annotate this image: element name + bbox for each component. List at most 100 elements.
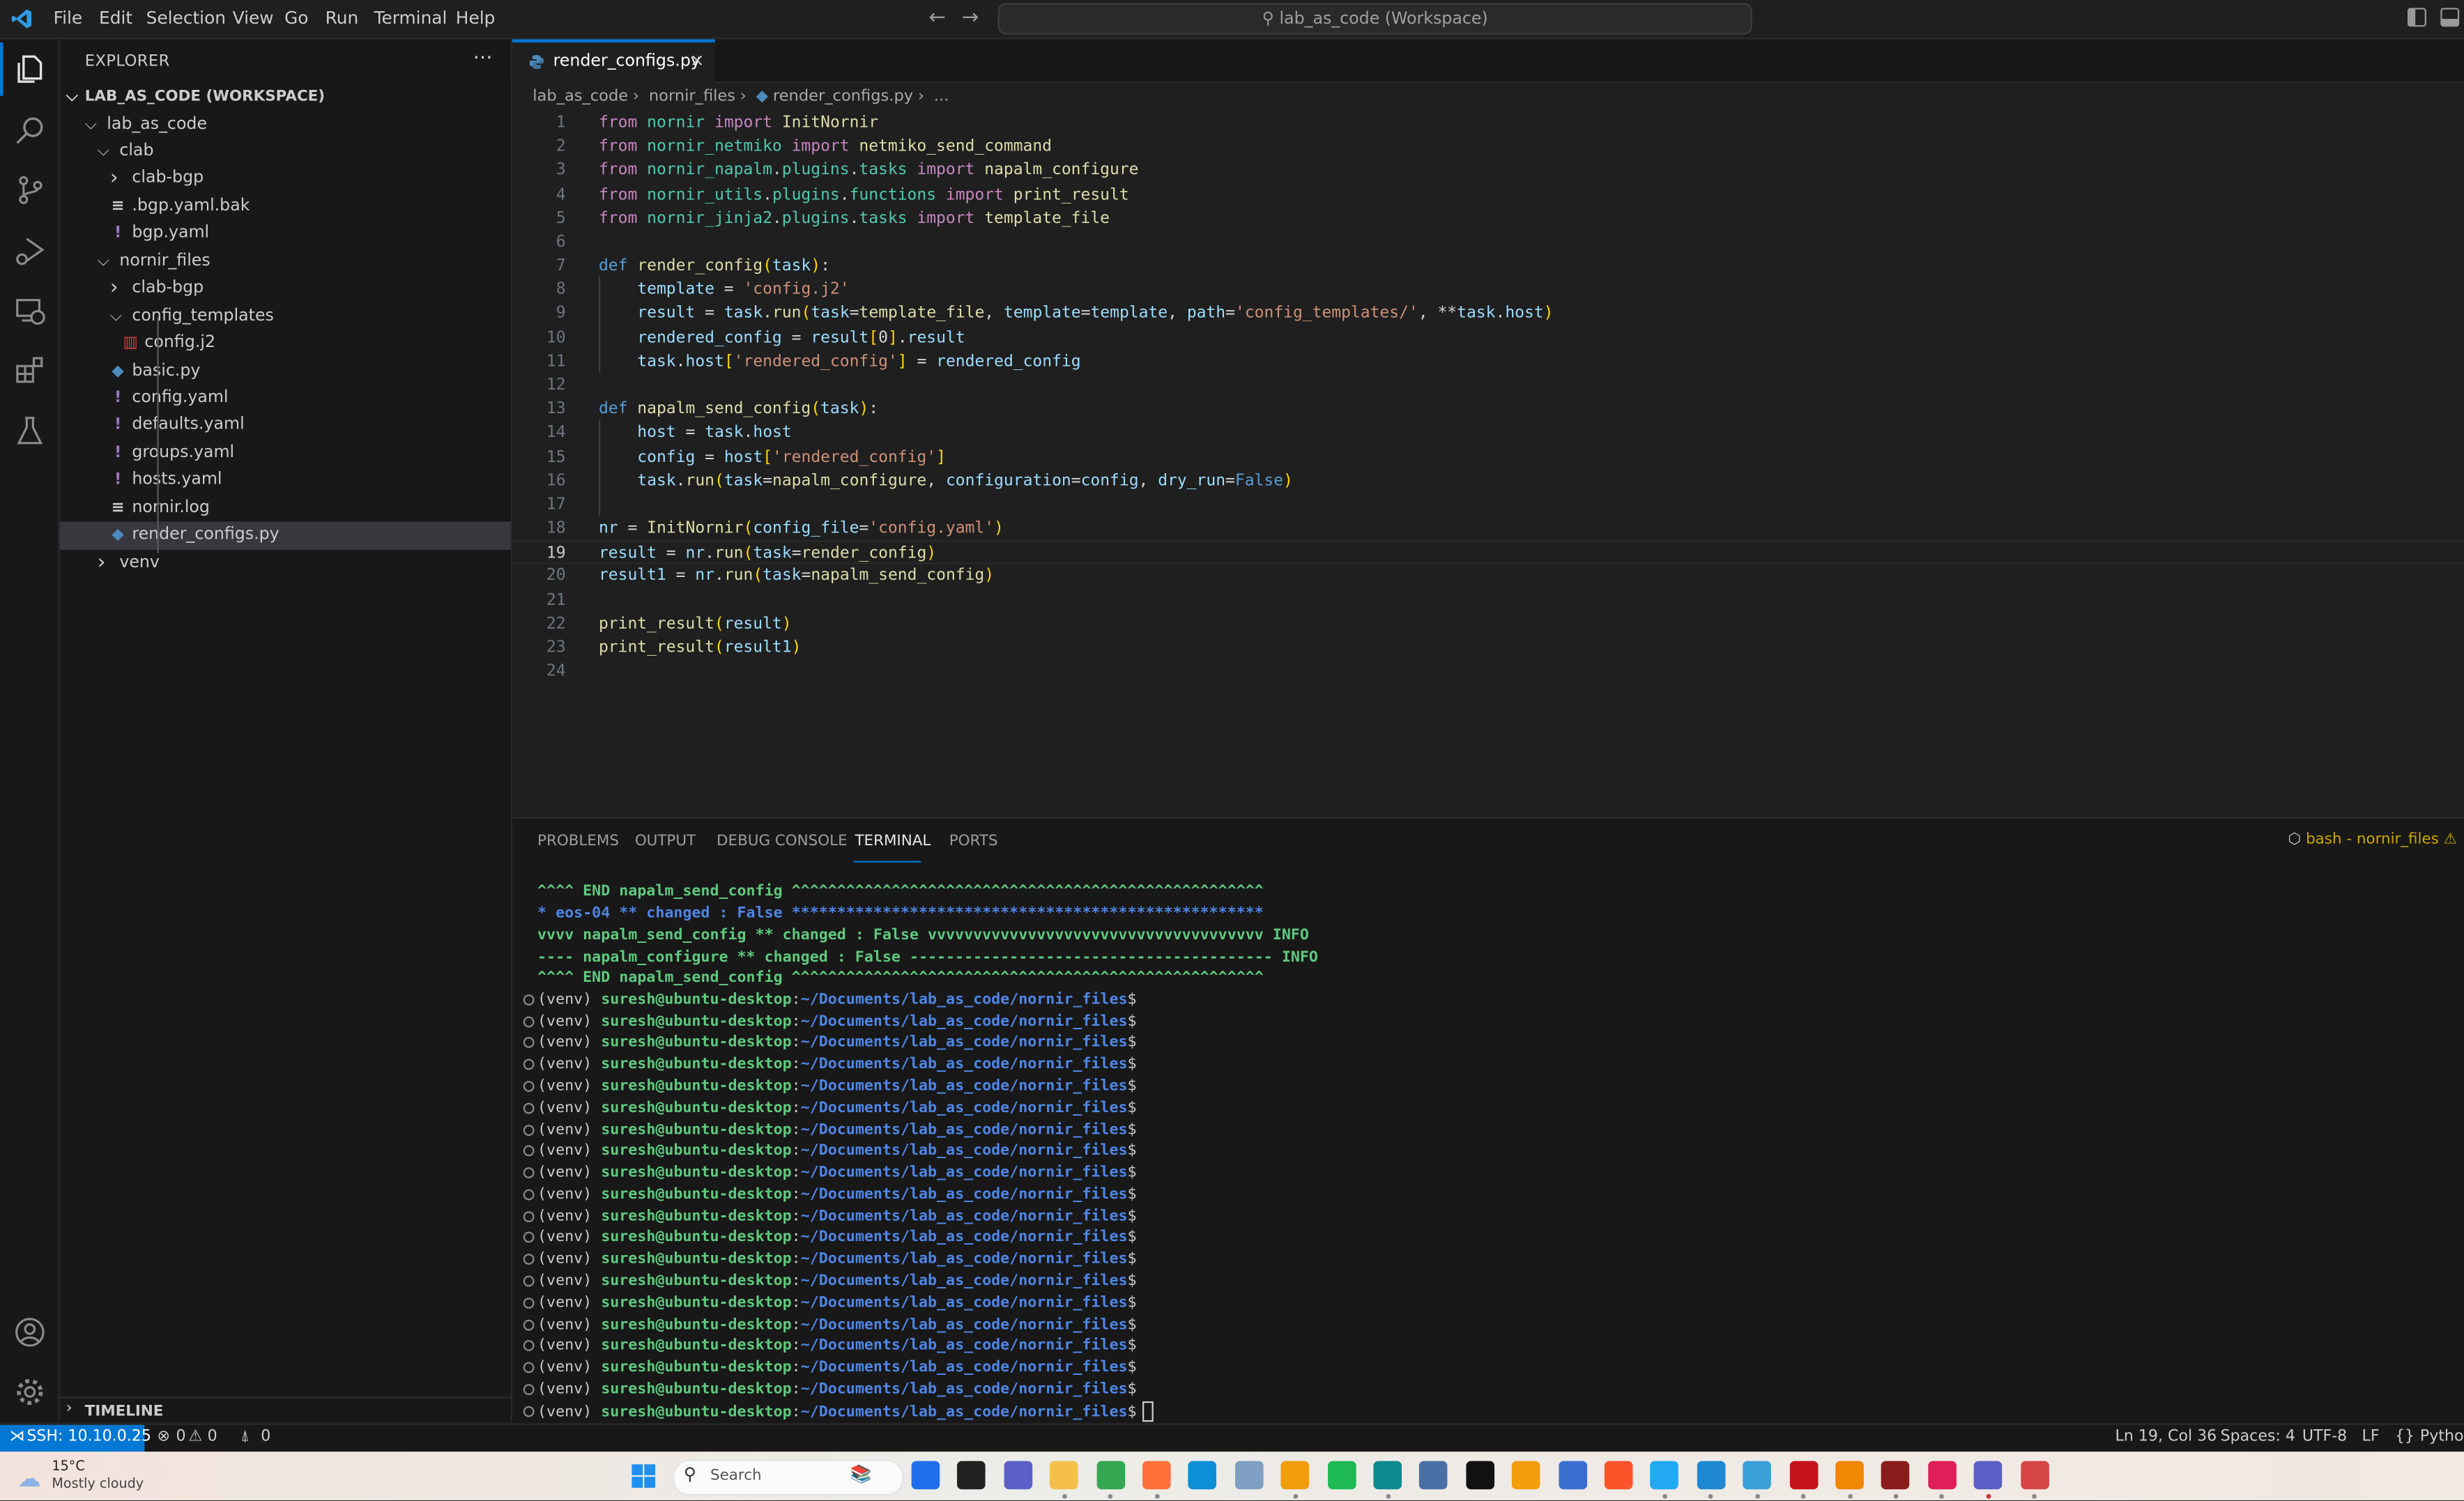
code-editor[interactable]: 1 from nornir import InitNornir 2 from norn…	[512, 109, 2464, 817]
command-decoration-icon[interactable]	[523, 1210, 535, 1222]
command-decoration-icon[interactable]	[523, 1297, 535, 1309]
terminal-window-icon[interactable]	[957, 1461, 986, 1490]
menu-go[interactable]: Go	[284, 8, 308, 28]
eset-icon[interactable]	[1373, 1461, 1402, 1490]
command-decoration-icon[interactable]	[523, 1037, 535, 1049]
tree-item[interactable]: ! config.yaml	[60, 385, 511, 412]
forward-arrow-icon[interactable]: →	[962, 6, 979, 30]
command-decoration-icon[interactable]	[523, 1340, 535, 1352]
manage-gear-icon[interactable]	[13, 1375, 47, 1410]
ports-icon[interactable]: ⍋	[240, 1428, 250, 1445]
command-decoration-icon[interactable]	[523, 1275, 535, 1287]
breadcrumb-item[interactable]: lab_as_code	[533, 88, 628, 105]
notepad-icon[interactable]	[1743, 1461, 1772, 1490]
snipping-tool-icon[interactable]	[2020, 1461, 2049, 1490]
menu-help[interactable]: Help	[456, 8, 496, 28]
resource-monitor-icon[interactable]	[1234, 1461, 1264, 1490]
menu-edit[interactable]: Edit	[99, 8, 132, 28]
powershell-orange-icon[interactable]	[1512, 1461, 1540, 1490]
command-decoration-icon[interactable]	[523, 1362, 535, 1373]
acrobat-icon[interactable]	[1789, 1461, 1818, 1490]
breadcrumb-item[interactable]: ...	[934, 88, 949, 105]
tree-item[interactable]: ◆ render_configs.py	[59, 522, 511, 550]
menu-view[interactable]: View	[233, 8, 274, 28]
tree-item[interactable]: ⌵ config_templates	[60, 302, 511, 330]
workspace-root[interactable]: ⌵ LAB_AS_CODE (WORKSPACE)	[60, 83, 511, 110]
tree-item[interactable]: ▥ config.j2	[60, 330, 511, 357]
tree-item[interactable]: ! bgp.yaml	[60, 220, 511, 247]
eol[interactable]: LF	[2362, 1428, 2380, 1445]
tree-item[interactable]: › clab-bgp	[60, 275, 511, 302]
more-actions-icon[interactable]: ···	[473, 47, 493, 71]
indentation[interactable]: Spaces: 4	[2221, 1428, 2295, 1445]
remote-desktop-icon[interactable]	[1558, 1461, 1587, 1490]
firefox-icon[interactable]	[1142, 1461, 1171, 1490]
remote-indicator[interactable]: ⋊ SSH: 10.10.0.25	[0, 1424, 151, 1452]
tree-item[interactable]: ◆ basic.py	[60, 357, 511, 385]
tree-item[interactable]: ⌵ clab	[60, 138, 511, 165]
windows-start-icon[interactable]	[632, 1464, 656, 1488]
menu-run[interactable]: Run	[326, 8, 359, 28]
edge-icon[interactable]	[1188, 1461, 1217, 1490]
taskbar-search[interactable]: ⚲ Search 📚	[672, 1459, 904, 1496]
testing-icon[interactable]	[13, 413, 47, 448]
tree-item[interactable]: ! defaults.yaml	[60, 413, 511, 440]
search-icon[interactable]	[13, 113, 47, 148]
command-decoration-icon[interactable]	[523, 1232, 535, 1244]
cmd-icon[interactable]	[1465, 1461, 1494, 1490]
tree-item[interactable]: ⌵ nornir_files	[60, 248, 511, 275]
tree-item[interactable]: ≡ nornir.log	[60, 495, 511, 522]
back-arrow-icon[interactable]: ←	[928, 6, 946, 30]
tree-item[interactable]: ≡ .bgp.yaml.bak	[60, 193, 511, 220]
command-decoration-icon[interactable]	[523, 1254, 535, 1265]
problems-status[interactable]: ⊗ 0 ⚠ 0	[154, 1425, 233, 1452]
accounts-icon[interactable]	[13, 1315, 47, 1350]
tree-item[interactable]: › clab-bgp	[60, 166, 511, 193]
sublime-text-icon[interactable]	[1280, 1461, 1310, 1490]
extensions-icon[interactable]	[13, 353, 47, 388]
menu-file[interactable]: File	[54, 8, 83, 28]
explorer-icon[interactable]	[13, 52, 47, 86]
virtualbox-icon[interactable]	[1697, 1461, 1725, 1490]
command-center-search[interactable]: ⚲ lab_as_code (Workspace)	[997, 3, 1752, 35]
source-control-icon[interactable]	[13, 173, 47, 208]
tree-item[interactable]: › venv	[60, 549, 511, 576]
breadcrumb-item[interactable]: render_configs.py	[773, 88, 913, 105]
timeline-section[interactable]: › TIMELINE	[59, 1396, 511, 1423]
terminal-instance[interactable]: ⬡ bash - nornir_files ⚠	[2288, 831, 2457, 849]
command-decoration-icon[interactable]	[523, 1059, 535, 1070]
command-decoration-icon[interactable]	[523, 1081, 535, 1092]
command-decoration-icon[interactable]	[523, 1146, 535, 1157]
command-decoration-icon[interactable]	[523, 1189, 535, 1201]
breadcrumb-item[interactable]: nornir_files	[649, 88, 735, 105]
command-decoration-icon[interactable]	[523, 994, 535, 1006]
tab-problems[interactable]: PROBLEMS	[537, 833, 619, 850]
toggle-panel-icon[interactable]	[2440, 8, 2460, 27]
tree-item[interactable]: ! hosts.yaml	[60, 467, 511, 494]
slack-icon[interactable]	[1927, 1461, 1957, 1490]
remote-explorer-icon[interactable]	[13, 294, 47, 329]
command-decoration-icon[interactable]	[523, 1406, 535, 1417]
copilot-icon[interactable]	[911, 1461, 940, 1490]
vscode-icon[interactable]	[1651, 1461, 1679, 1490]
tree-item[interactable]: ! groups.yaml	[60, 440, 511, 467]
rdp-lock-icon[interactable]	[1419, 1461, 1448, 1490]
teams-new-icon[interactable]	[1974, 1461, 2003, 1490]
tab-render-configs[interactable]: render_configs.py ×	[512, 39, 715, 84]
command-decoration-icon[interactable]	[523, 1384, 535, 1395]
file-explorer-icon[interactable]	[1050, 1461, 1079, 1490]
close-tab-icon[interactable]: ×	[690, 50, 705, 70]
language-mode[interactable]: Python	[2420, 1428, 2464, 1445]
tab-output[interactable]: OUTPUT	[635, 833, 696, 850]
command-decoration-icon[interactable]	[523, 1124, 535, 1136]
brave-icon[interactable]	[1604, 1461, 1633, 1490]
drawio-icon[interactable]	[1835, 1461, 1864, 1490]
encoding[interactable]: UTF-8	[2302, 1428, 2347, 1445]
cursor-position[interactable]: Ln 19, Col 36	[2115, 1428, 2217, 1445]
tab-terminal[interactable]: TERMINAL	[855, 833, 931, 850]
tree-item[interactable]: ⌵ lab_as_code	[60, 111, 511, 138]
command-decoration-icon[interactable]	[523, 1167, 535, 1179]
chrome-icon[interactable]	[1096, 1461, 1125, 1490]
run-debug-icon[interactable]	[13, 234, 47, 269]
menu-selection[interactable]: Selection	[146, 8, 226, 28]
